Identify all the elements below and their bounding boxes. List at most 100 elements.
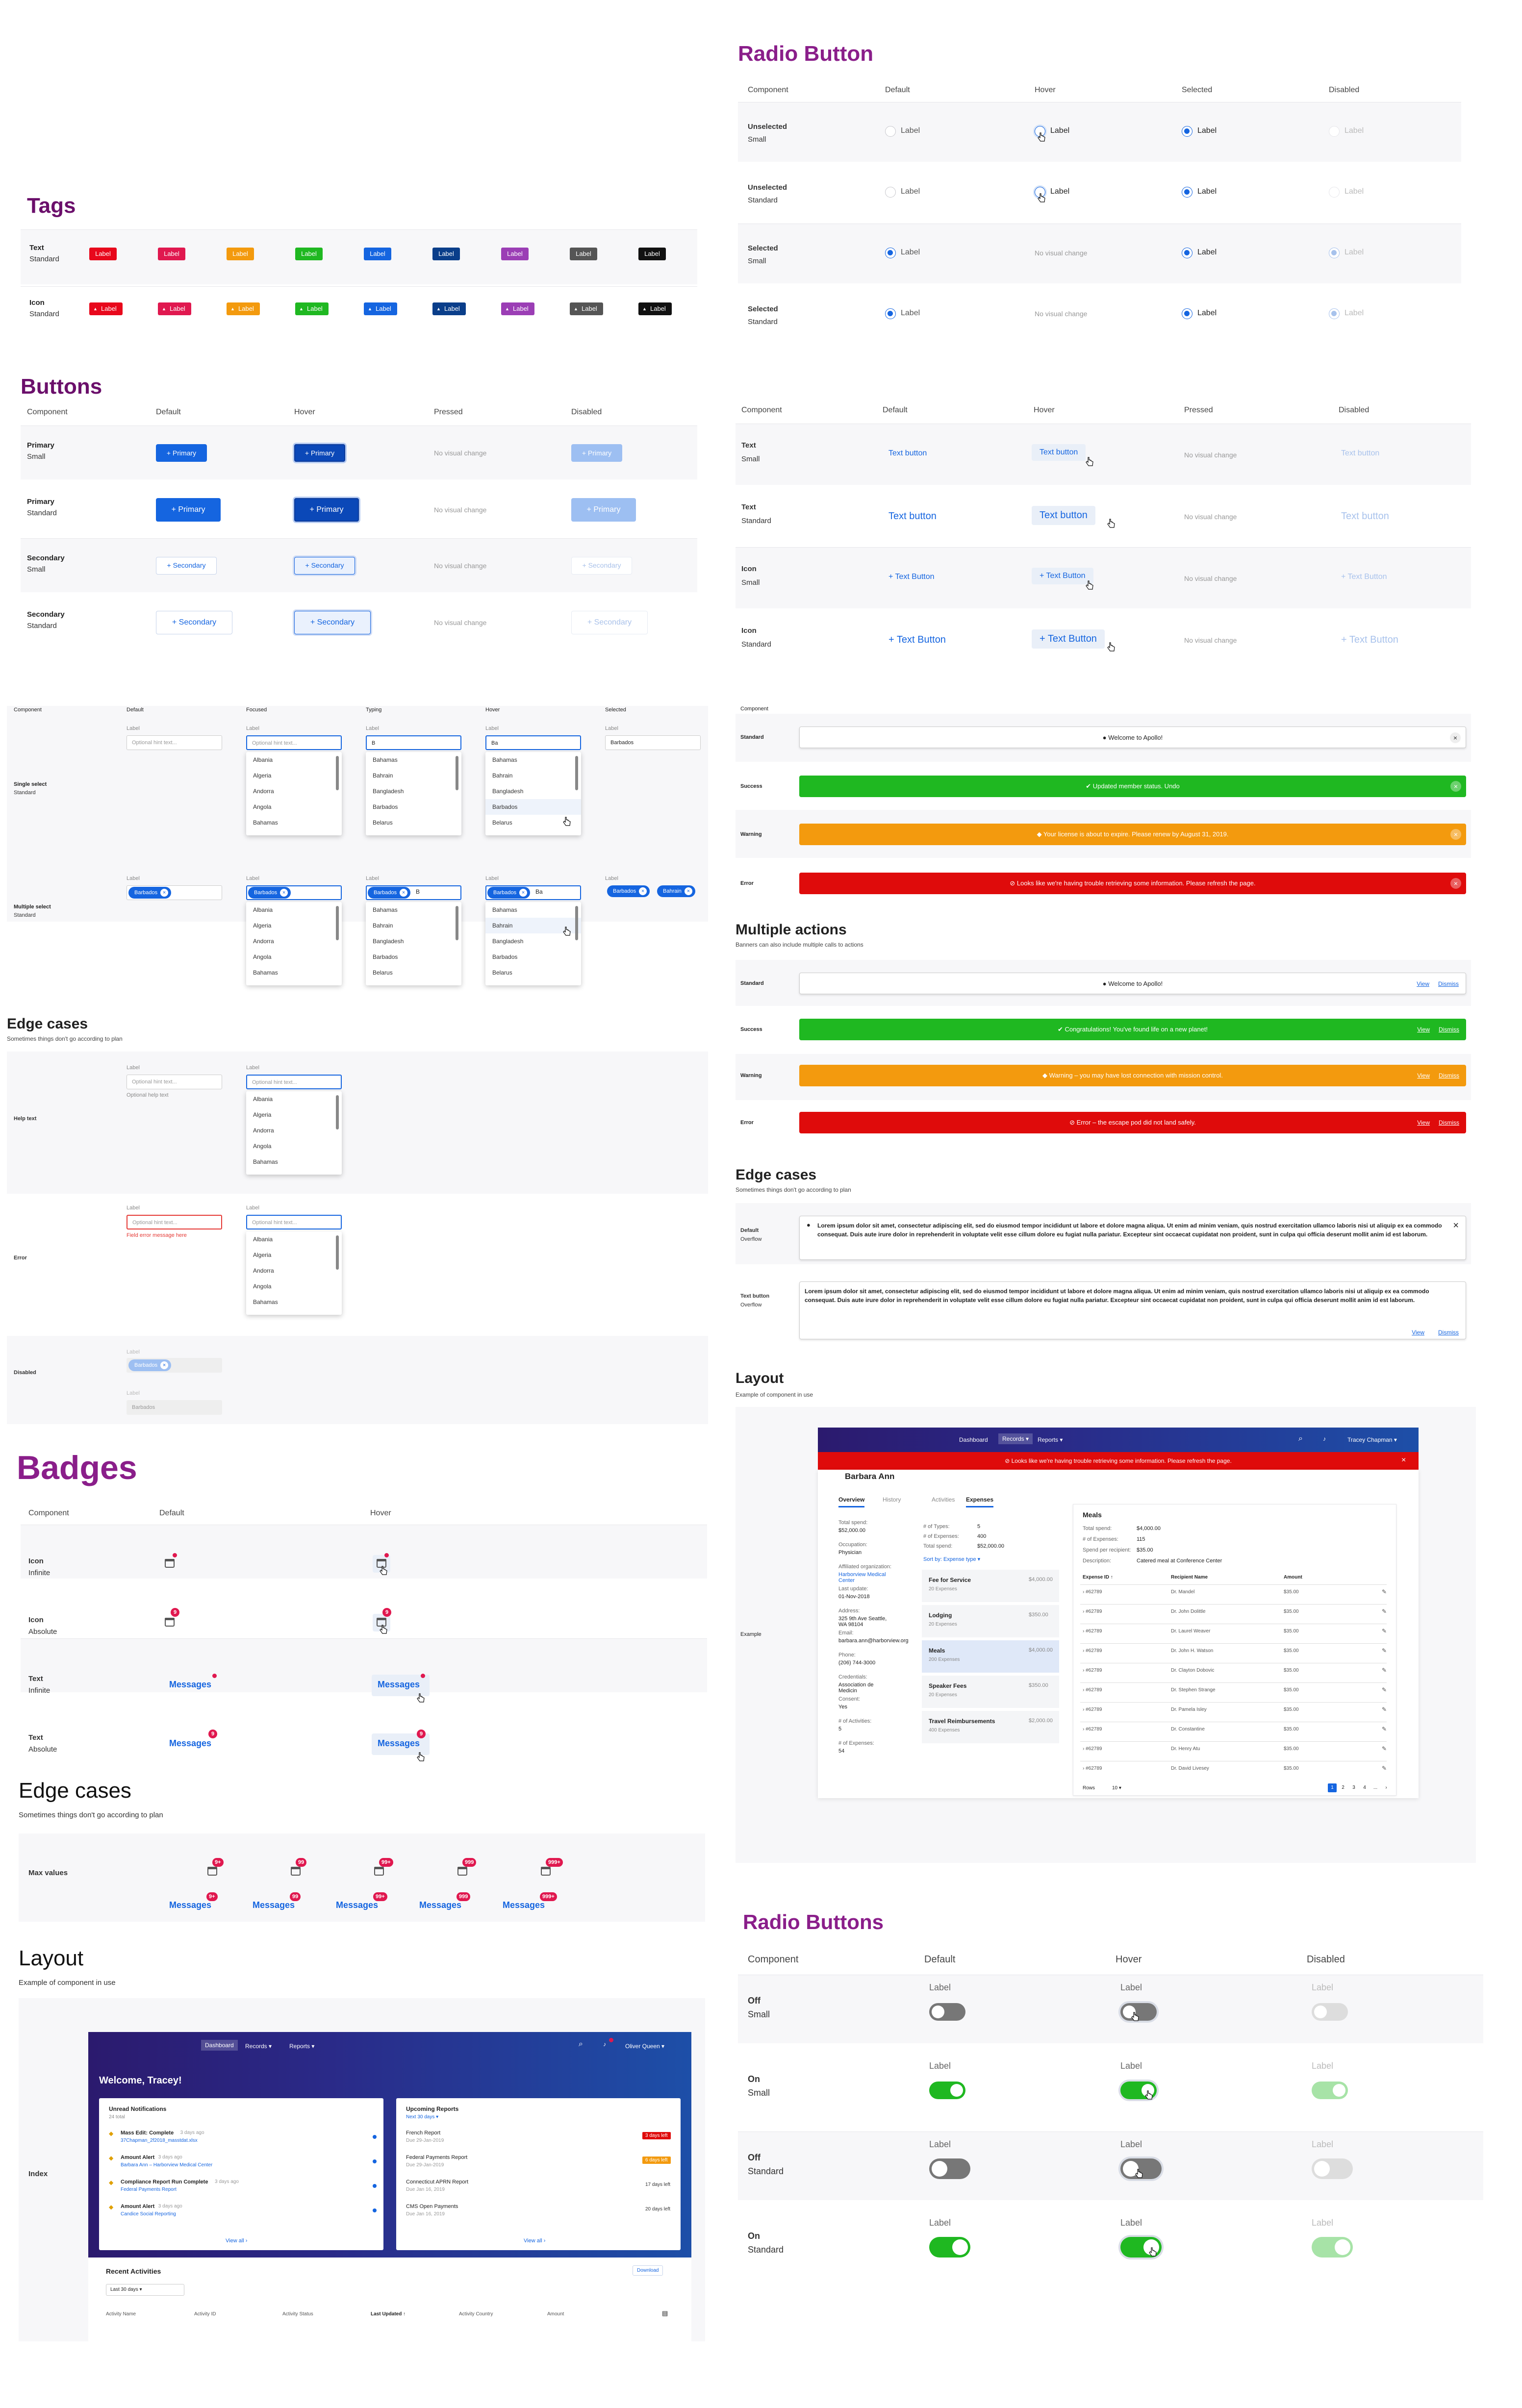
scrollbar[interactable] <box>336 756 339 790</box>
dropdown-option[interactable]: Bahamas <box>246 1154 342 1170</box>
dropdown-option[interactable]: Belarus <box>366 815 461 830</box>
messages-link[interactable]: Messages <box>378 1738 420 1749</box>
notif-detail[interactable]: 37Chapman_2f2018_masstdat.xlsx <box>121 2138 198 2143</box>
dropdown-option[interactable]: Albania <box>246 902 342 918</box>
dropdown-option[interactable]: Bangladesh <box>485 783 581 799</box>
edit-icon[interactable]: ✎ <box>1382 1588 1387 1595</box>
radio-button-disabled[interactable] <box>1329 187 1340 198</box>
dropdown-option[interactable]: Barbados <box>366 799 461 815</box>
select-dropdown[interactable]: Bahamas Bahrain Bangladesh Barbados Belarus <box>366 902 461 985</box>
dropdown-option[interactable]: Algeria <box>246 1247 342 1263</box>
search-icon[interactable]: ⌕ <box>1298 1434 1303 1443</box>
dropdown-option[interactable]: Andorra <box>246 1263 342 1279</box>
close-icon[interactable]: × <box>1450 829 1461 840</box>
scrollbar[interactable] <box>336 1235 339 1270</box>
expense-category[interactable] <box>922 1605 1059 1637</box>
tab-overview[interactable]: Overview <box>838 1496 865 1507</box>
select-dropdown[interactable]: Albania Algeria Andorra Angola Bahamas <box>246 1231 342 1315</box>
selected-chip[interactable]: Barbados <box>128 887 172 899</box>
edit-icon[interactable]: ✎ <box>1382 1706 1387 1713</box>
dropdown-option[interactable]: Bangladesh <box>366 783 461 799</box>
text-button-disabled[interactable]: + Text Button <box>1341 634 1398 646</box>
primary-small-hover-button[interactable]: + Primary <box>294 444 345 462</box>
view-link[interactable]: View <box>1417 1065 1430 1086</box>
dropdown-option[interactable]: Barbados <box>366 949 461 965</box>
radio-button[interactable] <box>885 187 896 198</box>
expense-id[interactable]: › #62789 <box>1083 1629 1102 1634</box>
help-input[interactable]: Optional hint text... <box>127 1075 222 1089</box>
select-dropdown[interactable]: Bahamas Bahrain Bangladesh Barbados Belarus <box>366 752 461 835</box>
dropdown-option[interactable]: Belarus <box>485 965 581 980</box>
rows-select[interactable]: 10 ▾ <box>1112 1785 1121 1791</box>
disabled-input[interactable]: Barbados <box>127 1400 222 1415</box>
error-input[interactable]: Optional hint text... <box>127 1215 222 1229</box>
dropdown-option[interactable]: Algeria <box>246 1107 342 1123</box>
page-button[interactable]: 2 <box>1339 1783 1347 1792</box>
selected-chip[interactable]: Barbados <box>607 885 650 897</box>
dropdown-option[interactable]: Bahrain <box>366 768 461 783</box>
messages-link[interactable]: Messages <box>336 1900 378 1910</box>
calendar-icon[interactable] <box>207 1867 217 1876</box>
edit-icon[interactable]: ✎ <box>1382 1608 1387 1615</box>
expense-id[interactable]: › #62789 <box>1083 1746 1102 1752</box>
toggle-switch[interactable] <box>929 2158 970 2179</box>
toggle-switch[interactable] <box>929 2003 965 2021</box>
dropdown-option[interactable]: Bahamas <box>246 815 342 830</box>
search-icon[interactable]: ⌕ <box>579 2040 583 2049</box>
view-all-link[interactable]: View all › <box>524 2238 545 2244</box>
secondary-small-disabled-button[interactable]: + Secondary <box>571 557 632 575</box>
scrollbar[interactable] <box>456 906 458 940</box>
messages-link[interactable]: Messages <box>169 1680 211 1690</box>
edit-icon[interactable]: ✎ <box>1382 1647 1387 1654</box>
table-col-header[interactable]: Activity ID <box>194 2311 216 2317</box>
nav-item[interactable]: Reports ▾ <box>289 2043 314 2050</box>
calendar-icon[interactable] <box>541 1867 551 1876</box>
close-icon[interactable]: × <box>1450 878 1461 889</box>
text-button[interactable]: Text button <box>888 449 927 458</box>
view-link[interactable]: View <box>1417 1019 1430 1040</box>
table-col-header[interactable]: Activity Country <box>459 2311 493 2317</box>
calendar-icon[interactable] <box>291 1867 301 1876</box>
primary-small-disabled-button[interactable]: + Primary <box>571 444 622 462</box>
primary-standard-disabled-button[interactable]: + Primary <box>571 498 636 522</box>
messages-link[interactable]: Messages <box>169 1738 211 1749</box>
error-input-focused[interactable]: Optional hint text... <box>246 1215 342 1229</box>
expense-category[interactable] <box>922 1570 1059 1602</box>
selected-chip[interactable]: Barbados <box>368 887 411 899</box>
dropdown-option[interactable]: Algeria <box>246 768 342 783</box>
dropdown-option[interactable]: Albania <box>246 752 342 768</box>
dropdown-option[interactable]: Angola <box>246 949 342 965</box>
radio-button-disabled[interactable] <box>1329 248 1340 258</box>
dropdown-option[interactable]: Bahamas <box>366 752 461 768</box>
select-input-hover[interactable]: Ba <box>485 735 581 750</box>
secondary-standard-button[interactable]: + Secondary <box>156 611 232 634</box>
range-dropdown[interactable]: Next 30 days ▾ <box>406 2114 438 2120</box>
dropdown-option[interactable]: Andorra <box>246 783 342 799</box>
edit-icon[interactable]: ✎ <box>1382 1667 1387 1674</box>
toggle-switch[interactable] <box>929 2237 970 2258</box>
close-icon[interactable]: × <box>1453 1220 1459 1231</box>
secondary-small-button[interactable]: + Secondary <box>156 557 217 575</box>
text-button[interactable]: + Text Button <box>888 573 935 581</box>
col-header[interactable]: Amount <box>1284 1575 1302 1580</box>
page-button[interactable]: 1 <box>1328 1783 1337 1792</box>
select-dropdown[interactable]: Albania Algeria Andorra Angola Bahamas <box>246 1091 342 1175</box>
nav-item[interactable]: Dashboard <box>959 1436 988 1443</box>
toggle-switch[interactable] <box>1312 2237 1353 2258</box>
selected-chip[interactable]: Barbados <box>248 887 291 899</box>
dropdown-option[interactable]: Angola <box>246 1138 342 1154</box>
scrollbar[interactable] <box>575 756 578 790</box>
dropdown-option[interactable]: Angola <box>246 1279 342 1294</box>
table-col-header[interactable]: Amount <box>547 2311 564 2317</box>
notif-detail[interactable]: Barbara Ann – Harborview Medical Center <box>121 2162 212 2168</box>
expense-id[interactable]: › #62789 <box>1083 1766 1102 1771</box>
nav-item[interactable]: Records ▾ <box>998 1433 1033 1444</box>
view-link[interactable]: View <box>1417 1112 1430 1133</box>
secondary-small-hover-button[interactable]: + Secondary <box>294 557 355 575</box>
dropdown-option[interactable]: Albania <box>246 1091 342 1107</box>
text-button-hover[interactable]: + Text Button <box>1032 568 1093 584</box>
select-dropdown[interactable]: Albania Algeria Andorra Angola Bahamas <box>246 752 342 835</box>
dropdown-option[interactable]: Bahamas <box>246 1294 342 1310</box>
close-icon[interactable]: × <box>1450 732 1461 743</box>
edit-icon[interactable]: ✎ <box>1382 1686 1387 1693</box>
